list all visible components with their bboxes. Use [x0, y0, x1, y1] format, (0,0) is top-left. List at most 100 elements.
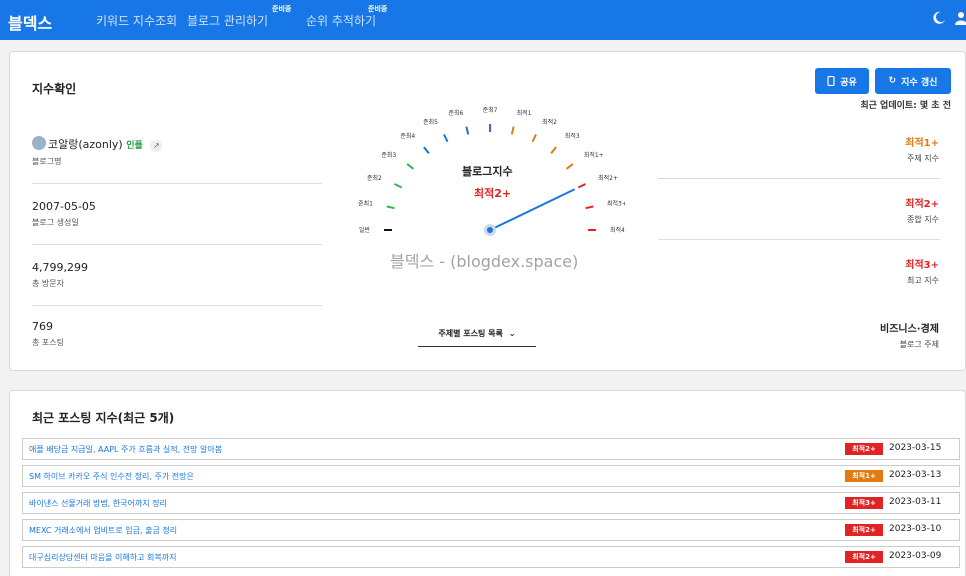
- post-row[interactable]: MEXC 거래소에서 업비트로 입금, 출금 정리 최적2+ 2023-03-10: [22, 519, 960, 541]
- max-index-value: 최적3+: [905, 260, 939, 271]
- divider: [658, 239, 940, 240]
- chevron-down-icon: ⌄: [508, 329, 516, 338]
- gauge-tick: [565, 163, 574, 170]
- gauge-tick: [585, 205, 594, 210]
- blog-name: 코알랑(azonly): [48, 138, 123, 151]
- post-index-badge: 최적2+: [845, 524, 883, 536]
- post-row[interactable]: 바이낸스 선물거래 방법, 한국어까지 정리 최적3+ 2023-03-11: [22, 492, 960, 514]
- divider: [32, 183, 322, 184]
- created-label: 블로그 생성일: [32, 218, 79, 227]
- post-title-link[interactable]: SM 하이브 카카오 주식 인수전 정리, 주가 전망은: [29, 471, 194, 482]
- gauge-tick-label: 일반: [359, 226, 371, 234]
- post-row[interactable]: 애플 배당금 지급일, AAPL 주가 흐름과 실적, 전망 알아봄 최적2+ 20…: [22, 438, 960, 460]
- user-icon[interactable]: [955, 11, 966, 25]
- gauge-tick-label: 최적3+: [607, 199, 625, 207]
- visitors-label: 총 방문자: [32, 279, 64, 288]
- blog-category: 비즈니스·경제: [880, 324, 939, 335]
- share-button[interactable]: 공유: [815, 68, 869, 94]
- posts-label: 총 포스팅: [32, 338, 64, 347]
- created-block: 2007-05-05 블로그 생성일: [32, 200, 322, 228]
- nav-keyword-lookup[interactable]: 키워드 지수조회: [96, 12, 177, 29]
- post-index-badge: 최적2+: [845, 443, 883, 455]
- refresh-index-button[interactable]: ↻ 지수 갱신: [875, 68, 951, 94]
- gauge-value: 최적2+: [474, 187, 512, 200]
- refresh-icon: ↻: [888, 76, 897, 86]
- refresh-label: 지수 갱신: [901, 77, 938, 88]
- gauge-tick-label: 최적1+: [584, 151, 604, 159]
- post-title-link[interactable]: 바이낸스 선물거래 방법, 한국어까지 정리: [29, 498, 167, 509]
- gauge-tick: [510, 126, 515, 135]
- theme-index-value: 최적1+: [905, 138, 939, 149]
- gauge-tick-label: 최적2+: [598, 174, 618, 182]
- external-link-icon[interactable]: ↗: [150, 140, 163, 152]
- watermark: 블덱스 - (blogdex.space): [390, 252, 579, 271]
- overall-index-value: 최적2+: [905, 199, 939, 210]
- post-index-badge: 최적2+: [845, 551, 883, 563]
- gauge-tick-label: 최적3: [565, 132, 580, 140]
- category-label: 블로그 주제: [899, 340, 939, 349]
- moon-icon[interactable]: [932, 11, 946, 25]
- section-title: 지수확인: [32, 82, 77, 96]
- posts-block: 769 총 포스팅: [32, 320, 322, 348]
- blog-name-label: 블로그명: [32, 157, 62, 166]
- post-row[interactable]: 대구심리상담센터 마음을 이해하고 회복까지 최적2+ 2023-03-09: [22, 546, 960, 568]
- gauge-tick: [406, 163, 415, 170]
- soon-badge: 준비중: [272, 5, 292, 13]
- gauge-hub-dot: [487, 227, 493, 233]
- overall-index-label: 종합 지수: [907, 215, 939, 224]
- post-row[interactable]: SM 하이브 카카오 주식 인수전 정리, 주가 전망은 최적1+ 2023-03-…: [22, 465, 960, 487]
- avatar: [32, 136, 46, 150]
- gauge-tick: [531, 134, 537, 143]
- visitors-block: 4,799,299 총 방문자: [32, 261, 322, 289]
- theme-index-label: 주제 지수: [907, 154, 939, 163]
- gauge-tick: [394, 183, 403, 189]
- gauge-title: 블로그지수: [462, 165, 513, 178]
- max-index-label: 최고 지수: [907, 276, 939, 285]
- gauge-tick-label: 준최1: [358, 199, 373, 207]
- divider: [658, 178, 940, 179]
- brand-logo[interactable]: 블덱스: [8, 10, 52, 34]
- total-posts: 769: [32, 320, 53, 333]
- share-label: 공유: [840, 77, 857, 88]
- post-index-badge: 최적1+: [845, 470, 883, 482]
- post-date: 2023-03-15: [889, 443, 942, 453]
- topic-posts-select[interactable]: 주제별 포스팅 목록 ⌄: [418, 321, 536, 347]
- nav-blog-manage[interactable]: 블로그 관리하기: [187, 12, 268, 29]
- phone-icon: [827, 76, 835, 86]
- max-index-block: 최적3+ 최고 지수: [739, 256, 939, 286]
- post-title-link[interactable]: 대구심리상담센터 마음을 이해하고 회복까지: [29, 552, 176, 563]
- divider: [32, 305, 322, 306]
- gauge-tick-label: 최적1: [517, 109, 532, 117]
- gauge-tick-label: 최적2: [542, 118, 557, 126]
- blog-name-block: 코알랑(azonly) 인플 ↗ 블로그명: [32, 136, 322, 167]
- gauge-tick-label: 준최3: [381, 151, 396, 159]
- category-block: 비즈니스·경제 블로그 주제: [739, 320, 939, 350]
- influencer-badge: 인플: [126, 141, 143, 151]
- created-date: 2007-05-05: [32, 200, 96, 213]
- divider: [32, 244, 322, 245]
- gauge-tick: [423, 146, 430, 155]
- gauge-tick-label: 준최5: [423, 118, 438, 126]
- gauge-tick: [550, 146, 557, 155]
- post-date: 2023-03-09: [889, 551, 942, 561]
- gauge-tick: [577, 183, 586, 189]
- total-visitors: 4,799,299: [32, 261, 88, 274]
- post-title-link[interactable]: MEXC 거래소에서 업비트로 입금, 출금 정리: [29, 525, 177, 536]
- gauge-tick-label: 최적4+: [610, 226, 625, 234]
- recent-posts-title: 최근 포스팅 지수(최근 5개): [32, 411, 175, 425]
- last-updated: 최근 업데이트: 몇 초 전: [860, 101, 951, 111]
- gauge-tick: [443, 134, 449, 143]
- post-date: 2023-03-13: [889, 470, 942, 480]
- post-title-link[interactable]: 애플 배당금 지급일, AAPL 주가 흐름과 실적, 전망 알아봄: [29, 444, 222, 455]
- gauge-tick-label: 준최7: [483, 106, 498, 114]
- select-label: 주제별 포스팅 목록: [438, 329, 503, 338]
- overall-index-block: 최적2+ 종합 지수: [739, 195, 939, 225]
- gauge-tick: [386, 205, 395, 210]
- post-date: 2023-03-10: [889, 524, 942, 534]
- gauge-tick-label: 준최6: [448, 109, 463, 117]
- theme-index-block: 최적1+ 주제 지수: [739, 134, 939, 164]
- nav-rank-tracking[interactable]: 순위 추적하기: [306, 12, 376, 29]
- gauge-tick: [465, 126, 470, 135]
- top-navbar: 블덱스 키워드 지수조회 블로그 관리하기 준비중 순위 추적하기 준비중: [0, 0, 966, 40]
- gauge-tick-label: 준최2: [367, 174, 382, 182]
